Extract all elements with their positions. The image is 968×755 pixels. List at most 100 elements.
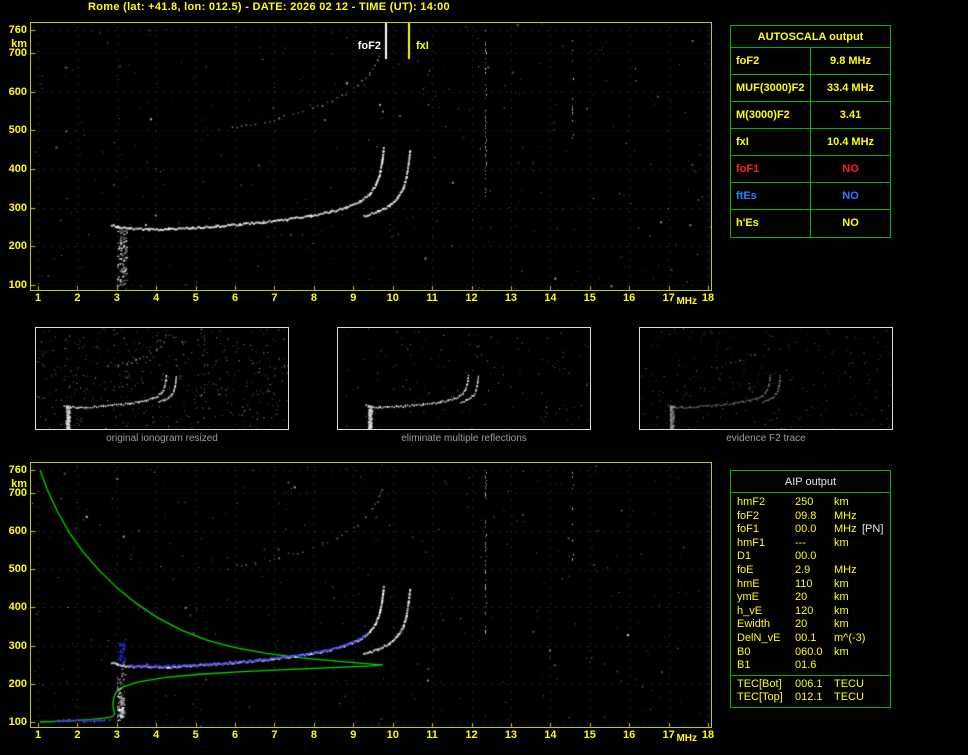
y-tick-label: 400	[8, 163, 27, 176]
x-tick-label: 12	[465, 292, 478, 304]
x-tick-label: 3	[113, 729, 120, 741]
y-tick-label: 200	[8, 240, 27, 253]
ionogram-bottom-plot	[30, 462, 712, 728]
aip-row-value: ---	[795, 536, 806, 549]
autoscala-row-label: foF2	[731, 48, 811, 74]
aip-row-label: B1	[737, 659, 751, 672]
x-tick-label: 9	[350, 729, 357, 741]
aip-row-label: hmE	[737, 577, 760, 590]
aip-row-value: 120	[795, 604, 814, 617]
aip-row-unit: km	[834, 618, 849, 631]
x-tick-label: 11	[426, 292, 438, 304]
aip-row-note: [PN]	[862, 523, 884, 536]
y-tick-label: 600	[8, 85, 27, 98]
aip-row: foF2 09.8 MHz	[731, 510, 890, 524]
autoscala-screen: Rome (lat: +41.8, lon: 012.5) - DATE: 20…	[0, 0, 968, 755]
y-tick-label: 200	[8, 677, 27, 690]
thumbnail-original-ionogram	[35, 327, 289, 430]
y-tick-label: 600	[8, 525, 27, 538]
x-tick-label: 9	[350, 292, 357, 304]
thumbnail-caption-original: original ionogram resized	[106, 433, 218, 444]
x-tick-label: 7	[271, 729, 278, 741]
aip-row-unit: MHz	[834, 509, 857, 522]
x-tick-label: 8	[310, 729, 317, 741]
x-tick-label: 2	[74, 292, 81, 304]
x-tick-label: 14	[544, 729, 557, 741]
thumbnail-caption-evidence: evidence F2 trace	[726, 433, 806, 444]
thumbnail-evidence-canvas	[640, 328, 892, 429]
aip-row-unit: m^(-3)	[834, 631, 866, 644]
thumbnail-original-canvas	[36, 328, 288, 429]
aip-row: hmF2 250 km	[731, 496, 890, 510]
aip-row-label: h_vE	[737, 604, 763, 617]
autoscala-row-value: NO	[842, 217, 859, 229]
aip-output-table: AIP output hmF2 250 km foF2 09.8 MHz foF1 00.0 M…	[730, 470, 891, 708]
x-tick-label: 16	[623, 292, 636, 304]
aip-row-value: 2.9	[795, 563, 811, 576]
x-tick-label: 14	[544, 292, 557, 304]
y-tick-label: 400	[8, 601, 27, 614]
aip-row-label: foF2	[737, 509, 760, 522]
x-tick-label: 1	[34, 292, 42, 304]
autoscala-row: ftEs NO	[731, 183, 890, 210]
aip-row-value: 006.1	[795, 677, 823, 690]
aip-row-value: 20	[795, 591, 808, 604]
aip-row: B1 01.6	[731, 659, 890, 673]
x-tick-label: 15	[583, 292, 596, 304]
x-tick-label: 16	[623, 729, 636, 741]
aip-row: TEC[Top] 012.1 TECU	[731, 691, 890, 705]
aip-row-label: DelN_vE	[737, 631, 781, 644]
x-tick-label: 4	[153, 729, 160, 741]
aip-row-unit: MHz	[834, 563, 857, 576]
aip-row: ymE 20 km	[731, 591, 890, 605]
aip-row: h_vE 120 km	[731, 605, 890, 619]
x-tick-label: 6	[231, 292, 239, 304]
autoscala-row: MUF(3000)F2 33.4 MHz	[731, 75, 890, 102]
thumbnail-evidence-f2	[639, 327, 893, 430]
aip-row-value: 09.8	[795, 509, 817, 522]
x-tick-label: 4	[153, 292, 160, 304]
autoscala-row-value: 10.4 MHz	[826, 136, 875, 148]
aip-row-label: ymE	[737, 591, 759, 604]
autoscala-row: M(3000)F2 3.41	[731, 102, 890, 129]
autoscala-row-label: MUF(3000)F2	[731, 75, 811, 101]
y-tick-label: 500	[8, 124, 27, 137]
aip-row: TEC[Bot] 006.1 TECU	[731, 678, 890, 692]
aip-row-unit: km	[834, 604, 849, 617]
aip-row-value: 00.0	[795, 523, 817, 536]
aip-row-value: 00.0	[795, 550, 817, 563]
aip-row-value: 012.1	[795, 691, 823, 704]
aip-row: D1 00.0	[731, 550, 890, 564]
autoscala-row-value: 33.4 MHz	[826, 82, 875, 94]
x-tick-label: 3	[113, 292, 120, 304]
y-tick-label: 500	[8, 563, 27, 576]
thumbnail-eliminate-canvas	[338, 328, 590, 429]
aip-separator	[731, 674, 890, 676]
autoscala-table-title: AUTOSCALA output	[731, 26, 890, 48]
aip-row-value: 20	[795, 618, 808, 631]
autoscala-row: h'Es NO	[731, 210, 890, 237]
x-tick-label: 13	[504, 292, 518, 304]
aip-row-label: hmF2	[737, 496, 766, 508]
autoscala-row: foF1 NO	[731, 156, 890, 183]
x-tick-label: 6	[231, 729, 239, 741]
x-tick-label: 10	[386, 292, 399, 304]
y-tick-label: 760	[8, 464, 27, 476]
autoscala-row-label: M(3000)F2	[731, 102, 811, 128]
aip-row-label: hmF1	[737, 536, 766, 549]
y-tick-label: 300	[8, 201, 27, 214]
autoscala-row-value: 9.8 MHz	[830, 55, 871, 67]
autoscala-row-value: 3.41	[839, 109, 862, 121]
aip-row-unit: TECU	[834, 677, 864, 690]
aip-table-rows: hmF2 250 km foF2 09.8 MHz foF1 00.0 MHz [PN] hmF1 -…	[731, 493, 890, 707]
aip-row: Ewidth 20 km	[731, 618, 890, 632]
x-axis-unit-label: MHz	[676, 733, 697, 744]
aip-row: DelN_vE 00.1 m^(-3)	[731, 632, 890, 646]
aip-row-label: foE	[737, 563, 754, 576]
fxi-marker-label: fxI	[414, 40, 431, 53]
autoscala-output-table: AUTOSCALA output foF2 9.8 MHz MUF(3000)F2 3…	[730, 25, 891, 238]
aip-row: B0 060.0 km	[731, 646, 890, 660]
x-tick-label: 1	[34, 729, 42, 741]
aip-row-label: TEC[Top]	[737, 691, 783, 704]
x-tick-label: 11	[426, 729, 438, 741]
